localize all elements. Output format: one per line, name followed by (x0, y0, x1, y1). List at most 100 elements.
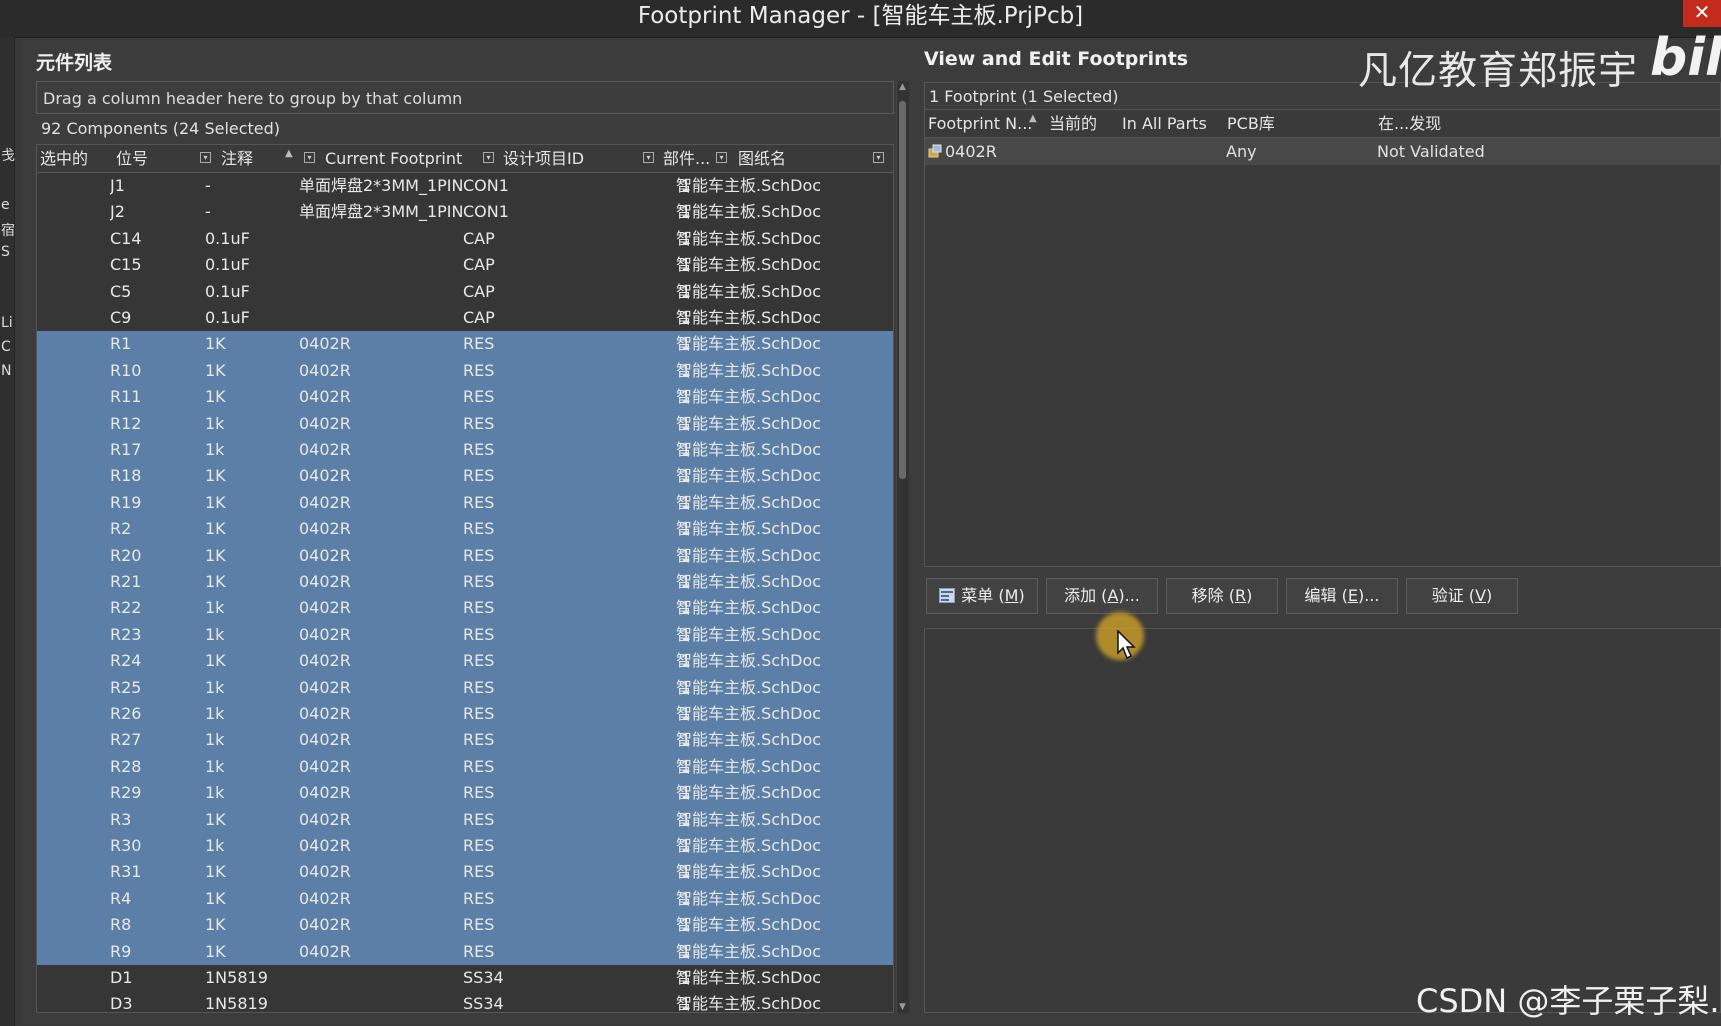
component-row[interactable]: C15 0.1uF CAP 1 智能车主板.SchDoc (37, 252, 893, 279)
strip-glyph: 宿 (1, 223, 15, 239)
component-row[interactable]: R29 1k 0402R RES 1 智能车主板.SchDoc (37, 780, 893, 807)
component-row[interactable]: R20 1K 0402R RES 1 智能车主板.SchDoc (37, 542, 893, 569)
column-header-selected[interactable]: 选中的 (37, 145, 113, 172)
column-header-part[interactable]: 部件... (660, 145, 718, 172)
component-row[interactable]: R30 1k 0402R RES 1 智能车主板.SchDoc (37, 833, 893, 860)
component-row[interactable]: R2 1K 0402R RES 1 智能车主板.SchDoc (37, 516, 893, 543)
filter-icon[interactable]: ▾ (873, 152, 884, 163)
component-row[interactable]: C5 0.1uF CAP 1 智能车主板.SchDoc (37, 278, 893, 305)
column-header-pcb-library[interactable]: PCB库 (1224, 110, 1374, 137)
component-grid-body: J1- 单面焊盘2*3MM_1PIN CON1 1 智能车主板.SchDoc J2- 单面焊… (37, 173, 893, 1013)
design-item-id-cell: SS34 (463, 994, 504, 1013)
designator-cell: C14 (110, 228, 142, 248)
component-row[interactable]: R3 1K 0402R RES 1 智能车主板.SchDoc (37, 806, 893, 833)
component-row[interactable]: R1 1K 0402R RES 1 智能车主板.SchDoc (37, 331, 893, 358)
designator-cell: R12 (110, 413, 142, 433)
component-row[interactable]: R27 1k 0402R RES 1 智能车主板.SchDoc (37, 727, 893, 754)
design-item-id-cell: RES (463, 862, 495, 882)
design-item-id-cell: CON1 (463, 176, 509, 195)
design-item-id-cell: RES (463, 651, 495, 671)
sheet-name-cell: 智能车主板.SchDoc (676, 915, 822, 935)
component-row[interactable]: R22 1k 0402R RES 1 智能车主板.SchDoc (37, 595, 893, 622)
component-row[interactable]: R11 1K 0402R RES 1 智能车主板.SchDoc (37, 384, 893, 411)
filter-icon[interactable]: ▾ (200, 152, 211, 163)
sheet-name-cell: 智能车主板.SchDoc (676, 809, 822, 829)
sheet-name-cell: 智能车主板.SchDoc (676, 334, 822, 354)
component-row[interactable]: R9 1K 0402R RES 1 智能车主板.SchDoc (37, 938, 893, 965)
component-row[interactable]: R28 1k 0402R RES 1 智能车主板.SchDoc (37, 753, 893, 781)
component-row[interactable]: R19 1K 0402R RES 1 智能车主板.SchDoc (37, 489, 893, 517)
footprint-preview-pane (924, 628, 1721, 1013)
footprint-grid-header: Footprint N... ▲ 当前的 In All Parts PCB库 在… (925, 110, 1721, 138)
column-header-comment[interactable]: 注释 (218, 145, 312, 172)
sheet-name-cell: 智能车主板.SchDoc (676, 440, 822, 459)
component-row[interactable]: R4 1K 0402R RES 1 智能车主板.SchDoc (37, 885, 893, 913)
menu-button[interactable]: 菜单 (M) (926, 578, 1038, 614)
designator-cell: R11 (110, 387, 142, 407)
footprint-row[interactable]: 0402R Any Not Validated (925, 138, 1721, 165)
component-row[interactable]: D3 1N5819 SS34 1 智能车主板.SchDoc (37, 991, 893, 1013)
column-header-footprint-name[interactable]: Footprint N... (925, 110, 1039, 137)
footprints-panel-title: View and Edit Footprints (924, 48, 1189, 70)
designator-cell: D3 (110, 994, 133, 1013)
edit-button[interactable]: 编辑 (E)... (1286, 578, 1398, 614)
component-row[interactable]: J2- 单面焊盘2*3MM_1PIN CON1 1 智能车主板.SchDoc (37, 199, 893, 226)
filter-icon[interactable]: ▾ (304, 152, 315, 163)
edit-button-key: E (1347, 586, 1358, 605)
component-row[interactable]: R12 1k 0402R RES 1 智能车主板.SchDoc (37, 410, 893, 437)
scroll-up-icon[interactable]: ▲ (899, 82, 906, 92)
design-item-id-cell: RES (463, 360, 495, 380)
remove-button-suffix: ) (1246, 586, 1253, 605)
component-row[interactable]: D1 1N5819 SS34 1 智能车主板.SchDoc (37, 965, 893, 992)
sheet-name-cell: 智能车主板.SchDoc (676, 202, 822, 222)
sheet-name-cell: 智能车主板.SchDoc (676, 492, 822, 512)
component-row[interactable]: R26 1k 0402R RES 1 智能车主板.SchDoc (37, 701, 893, 728)
column-header-sheet-name[interactable]: 图纸名 (735, 145, 893, 172)
scrollbar-thumb[interactable] (899, 101, 906, 479)
component-row[interactable]: C14 0.1uF CAP 1 智能车主板.SchDoc (37, 225, 893, 253)
component-row[interactable]: R18 1K 0402R RES 1 智能车主板.SchDoc (37, 463, 893, 490)
sheet-name-cell: 智能车主板.SchDoc (676, 968, 822, 987)
design-item-id-cell: CAP (463, 281, 495, 301)
close-button[interactable]: ✕ (1683, 0, 1721, 27)
design-item-id-cell: CAP (463, 228, 495, 248)
watermark-csdn: CSDN @李子栗子梨. (1416, 982, 1720, 1020)
menu-icon (939, 588, 956, 603)
component-row[interactable]: R23 1k 0402R RES 1 智能车主板.SchDoc (37, 621, 893, 649)
design-item-id-cell: RES (463, 888, 495, 908)
sheet-name-cell: 智能车主板.SchDoc (676, 783, 822, 803)
component-row[interactable]: R25 1k 0402R RES 1 智能车主板.SchDoc (37, 674, 893, 701)
component-row[interactable]: R31 1K 0402R RES 1 智能车主板.SchDoc (37, 859, 893, 886)
group-by-area[interactable]: Drag a column header here to group by th… (36, 81, 894, 114)
column-header-current[interactable]: 当前的 (1046, 110, 1118, 137)
sheet-name-cell: 智能车主板.SchDoc (676, 862, 822, 882)
column-header-current-footprint[interactable]: Current Footprint (322, 145, 496, 172)
sheet-name-cell: 智能车主板.SchDoc (676, 598, 822, 618)
validate-button[interactable]: 验证 (V) (1406, 578, 1518, 614)
column-header-found-in[interactable]: 在...发现 (1375, 110, 1575, 137)
component-row[interactable]: C9 0.1uF CAP 1 智能车主板.SchDoc (37, 305, 893, 332)
add-button[interactable]: 添加 (A)... (1046, 578, 1158, 614)
watermark-author: 凡亿教育郑振宇 (1358, 49, 1639, 94)
component-row[interactable]: R8 1K 0402R RES 1 智能车主板.SchDoc (37, 912, 893, 939)
filter-icon[interactable]: ▾ (643, 152, 654, 163)
component-grid-scrollbar[interactable]: ▲ ▼ (896, 81, 909, 1013)
strip-glyph: N (1, 363, 12, 379)
component-row[interactable]: R10 1K 0402R RES 1 智能车主板.SchDoc (37, 357, 893, 385)
component-row[interactable]: R24 1K 0402R RES 1 智能车主板.SchDoc (37, 648, 893, 675)
footprint-grid[interactable]: Footprint N... ▲ 当前的 In All Parts PCB库 在… (924, 109, 1721, 567)
design-item-id-cell: RES (463, 334, 495, 354)
remove-button[interactable]: 移除 (R) (1166, 578, 1278, 614)
filter-icon[interactable]: ▾ (716, 152, 727, 163)
sheet-name-cell: 智能车主板.SchDoc (676, 994, 822, 1013)
column-header-in-all-parts[interactable]: In All Parts (1119, 110, 1223, 137)
scroll-down-icon[interactable]: ▼ (899, 1002, 906, 1012)
menu-button-label: 菜单 ( (961, 586, 1005, 605)
component-row[interactable]: R17 1k 0402R RES 1 智能车主板.SchDoc (37, 437, 893, 464)
component-row[interactable]: J1- 单面焊盘2*3MM_1PIN CON1 1 智能车主板.SchDoc (37, 173, 893, 200)
component-row[interactable]: R21 1K 0402R RES 1 智能车主板.SchDoc (37, 569, 893, 596)
menu-button-suffix: ) (1018, 586, 1025, 605)
filter-icon[interactable]: ▾ (483, 152, 494, 163)
design-item-id-cell: RES (463, 915, 495, 935)
component-grid[interactable]: 选中的 位号 ▾ 注释 ▲ ▾ Current Footprint ▾ 设计项目… (36, 144, 894, 1013)
